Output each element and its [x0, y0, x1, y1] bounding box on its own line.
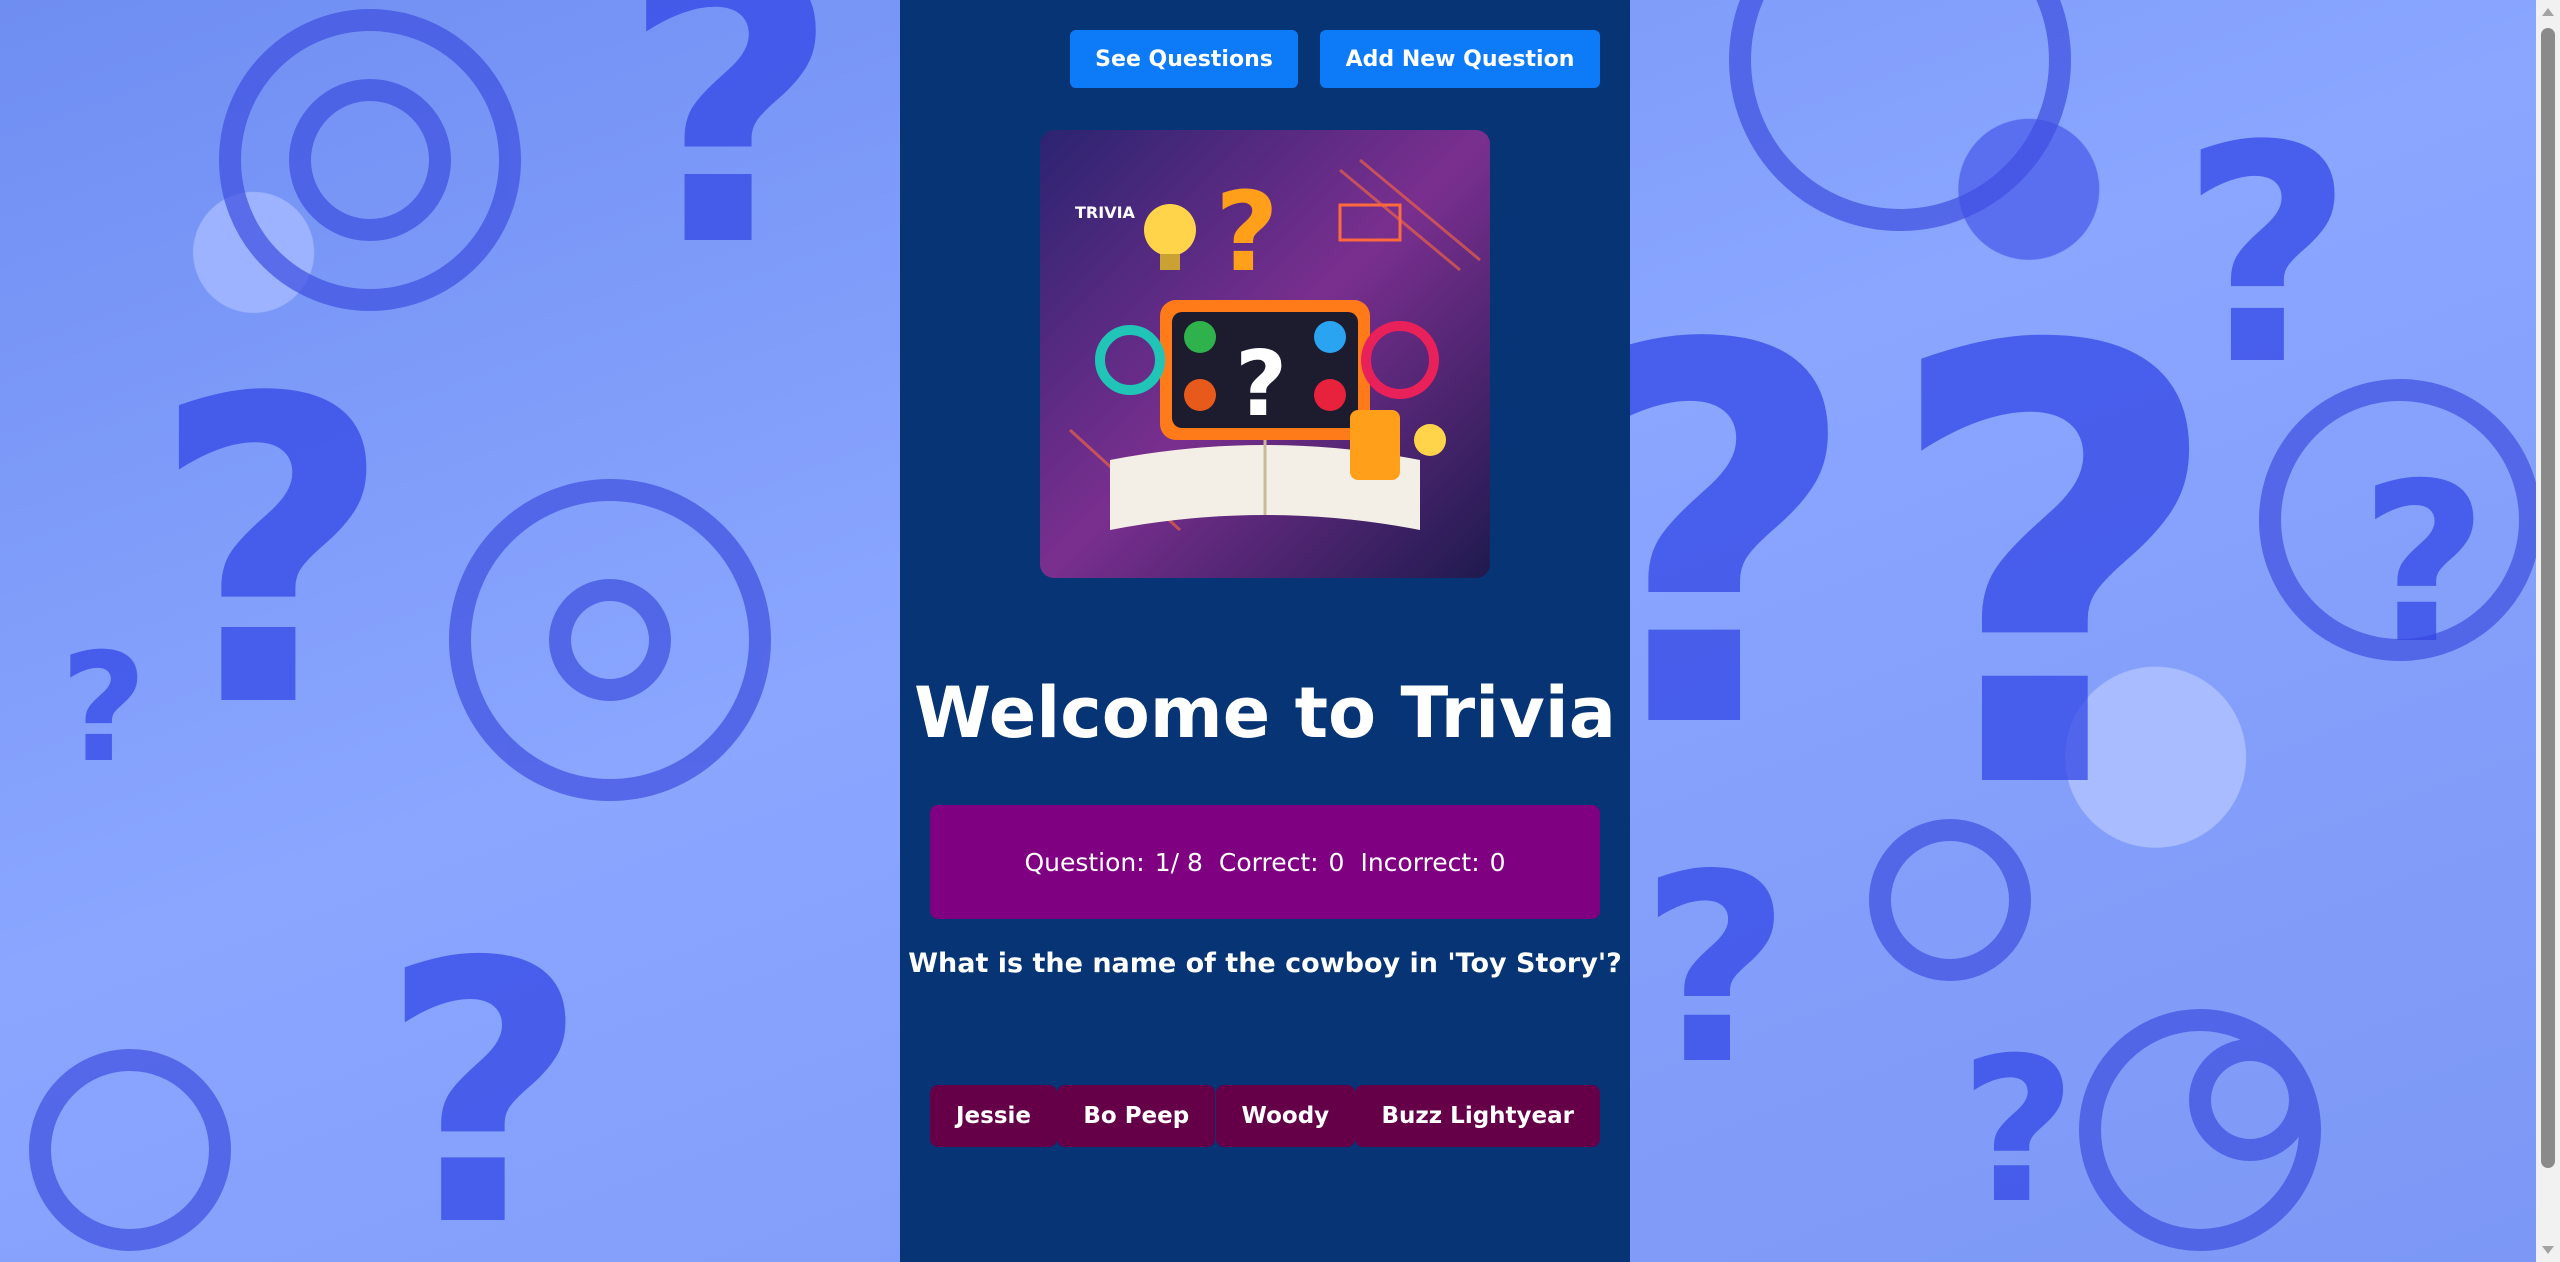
svg-text:?: ? — [60, 622, 147, 796]
answer-button-bo-peep[interactable]: Bo Peep — [1057, 1085, 1216, 1147]
trivia-panel: See Questions Add New Question TRIVIA ? — [900, 0, 1630, 1262]
answer-button-buzz-lightyear[interactable]: Buzz Lightyear — [1355, 1085, 1600, 1147]
trivia-illustration-icon: TRIVIA ? ? — [1040, 130, 1490, 578]
page-scrollbar[interactable] — [2536, 0, 2560, 1262]
scroll-thumb[interactable] — [2541, 28, 2555, 1168]
see-questions-button[interactable]: See Questions — [1070, 30, 1298, 88]
svg-text:?: ? — [1960, 1015, 2076, 1248]
svg-text:?: ? — [1880, 223, 2228, 922]
question-text: What is the name of the cowboy in 'Toy S… — [908, 948, 1622, 979]
answer-button-woody[interactable]: Woody — [1215, 1085, 1356, 1147]
svg-text:?: ? — [150, 311, 394, 800]
svg-text:?: ? — [1640, 820, 1791, 1122]
question-counter-label: Question: — [1024, 847, 1145, 877]
scroll-down-icon[interactable] — [2542, 1246, 2554, 1254]
score-status-bar: Question: 1/ 8 Correct: 0 Incorrect: 0 — [930, 805, 1600, 919]
trivia-hero-image: TRIVIA ? ? — [1040, 130, 1490, 578]
hero-image-text: TRIVIA — [1075, 203, 1136, 222]
correct-count-value: 0 — [1328, 847, 1345, 877]
answer-button-jessie[interactable]: Jessie — [930, 1085, 1058, 1147]
svg-text:?: ? — [1215, 168, 1279, 296]
incorrect-count-value: 0 — [1489, 847, 1506, 877]
answer-options: Jessie Bo Peep Woody Buzz Lightyear — [930, 1085, 1600, 1147]
page-title: Welcome to Trivia — [914, 672, 1616, 754]
correct-count-label: Correct: — [1218, 847, 1319, 877]
svg-text:?: ? — [1235, 332, 1287, 437]
svg-text:?: ? — [2180, 82, 2354, 431]
svg-text:?: ? — [2360, 436, 2488, 692]
add-new-question-button[interactable]: Add New Question — [1320, 30, 1600, 88]
svg-text:?: ? — [380, 886, 589, 1262]
scroll-up-icon[interactable] — [2542, 8, 2554, 16]
svg-text:?: ? — [620, 0, 840, 330]
incorrect-count-label: Incorrect: — [1360, 847, 1480, 877]
question-counter-value: 1/ 8 — [1154, 847, 1203, 877]
